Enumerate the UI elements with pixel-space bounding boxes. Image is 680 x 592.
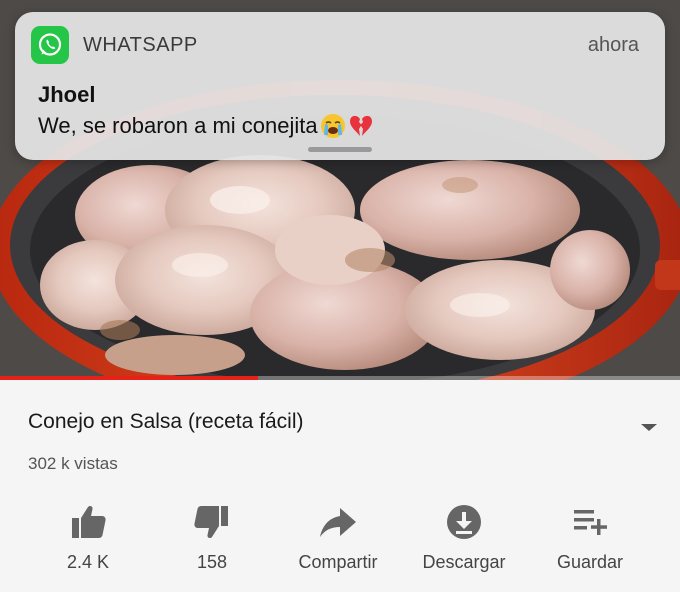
save-button[interactable]: Guardar (540, 500, 640, 580)
dislike-button[interactable]: 158 (168, 500, 256, 580)
video-info-panel: Conejo en Salsa (receta fácil) 302 k vis… (0, 380, 680, 592)
dislike-count: 158 (196, 552, 228, 572)
share-icon (320, 508, 356, 537)
notification-message-row: We, se robaron a mi conejita (38, 113, 374, 139)
chevron-down-icon[interactable] (638, 420, 660, 434)
share-label: Compartir (298, 552, 378, 572)
notification-drag-handle[interactable] (308, 147, 372, 152)
video-view-count: 302 k vistas (28, 454, 118, 473)
download-icon (447, 505, 481, 539)
thumbs-down-icon (194, 506, 228, 539)
crying-face-icon (320, 114, 345, 138)
download-label: Descargar (422, 552, 506, 572)
whatsapp-icon (31, 26, 69, 64)
video-title[interactable]: Conejo en Salsa (receta fácil) (28, 410, 303, 434)
whatsapp-notification[interactable]: WHATSAPP ahora Jhoel We, se robaron a mi… (15, 12, 665, 160)
notification-sender: Jhoel (38, 82, 96, 107)
add-to-playlist-icon (574, 510, 607, 535)
like-button[interactable]: 2.4 K (44, 500, 132, 580)
download-button[interactable]: Descargar (406, 500, 522, 580)
save-label: Guardar (556, 552, 624, 572)
video-actions-bar: 2.4 K 158 Compartir Descargar Guardar (0, 500, 680, 580)
like-count: 2.4 K (66, 552, 110, 572)
notification-message: We, se robaron a mi conejita (38, 113, 318, 138)
thumbs-up-icon (72, 505, 106, 538)
share-button[interactable]: Compartir (280, 500, 396, 580)
broken-heart-icon (349, 115, 372, 136)
notification-app-name: WHATSAPP (83, 34, 198, 56)
notification-time: ahora (587, 34, 639, 56)
